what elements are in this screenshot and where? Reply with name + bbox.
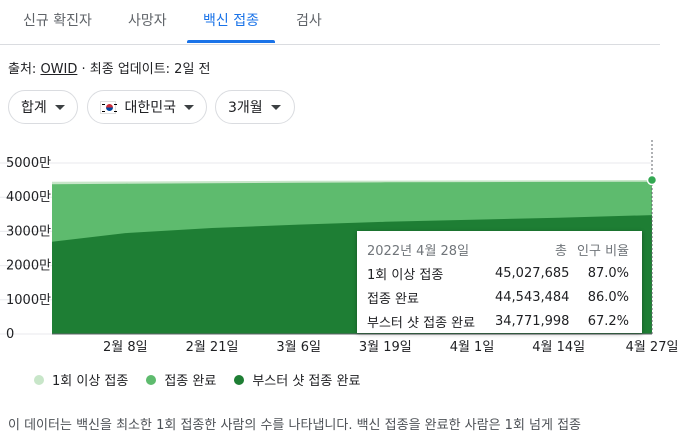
legend-item-first-dose[interactable]: 1회 이상 접종	[34, 370, 128, 389]
x-tick-label: 3월 19일	[359, 340, 412, 355]
tooltip-row-pct: 87.0%	[587, 265, 629, 281]
y-tick-label: 2000만	[6, 259, 51, 274]
caret-down-icon	[184, 104, 194, 110]
legend-dot-icon	[146, 374, 157, 385]
tooltip-row-label: 접종 완료	[367, 291, 419, 307]
x-tick-label: 2월 8일	[103, 340, 148, 355]
metric-value: 합계	[21, 100, 47, 116]
korea-flag-icon	[100, 100, 117, 114]
chart-legend: 1회 이상 접종 접종 완료 부스터 샷 접종 완료	[34, 370, 360, 389]
x-tick-label: 4월 1일	[450, 340, 495, 355]
legend-dot-icon	[234, 374, 245, 385]
tooltip-date: 2022년 4월 28일	[367, 243, 470, 259]
chart-tooltip: 2022년 4월 28일 총 인구 비율 1회 이상 접종 45,027,685…	[357, 231, 642, 333]
metric-dropdown[interactable]: 합계	[8, 90, 78, 124]
legend-item-complete[interactable]: 접종 완료	[146, 370, 216, 389]
period-value: 3개월	[228, 100, 263, 116]
active-tab-indicator	[187, 40, 275, 43]
x-tick-label: 4월 27일	[626, 340, 679, 355]
y-tick-label: 5000만	[6, 156, 51, 171]
tab-new-cases[interactable]: 신규 확진자	[23, 10, 92, 30]
tooltip-row-total: 34,771,998	[495, 313, 570, 329]
data-note: 이 데이터는 백신을 최소한 1회 접종한 사람의 수를 나타냅니다. 백신 접…	[8, 418, 582, 433]
period-dropdown[interactable]: 3개월	[215, 90, 295, 124]
tooltip-row-total: 44,543,484	[495, 289, 570, 305]
legend-label: 부스터 샷 접종 완료	[252, 374, 361, 389]
y-tick-label: 4000만	[6, 190, 51, 205]
caret-down-icon	[54, 104, 65, 110]
country-dropdown[interactable]: 대한민국	[87, 90, 207, 124]
tab-bar: 신규 확진자 사망자 백신 접종 검사	[0, 0, 660, 45]
x-tick-label: 3월 6일	[276, 340, 321, 355]
tab-vaccinations[interactable]: 백신 접종	[203, 10, 259, 30]
x-tick-label: 2월 21일	[186, 340, 239, 355]
tooltip-row-label: 부스터 샷 접종 완료	[367, 315, 476, 331]
source-line: 출처: OWID · 최종 업데이트: 2일 전	[8, 58, 211, 77]
tab-deaths[interactable]: 사망자	[128, 10, 167, 30]
y-tick-label: 0	[6, 327, 14, 342]
update-info: · 최종 업데이트: 2일 전	[77, 62, 211, 77]
y-tick-label: 3000만	[6, 224, 51, 239]
source-prefix: 출처:	[8, 62, 41, 77]
y-tick-label: 1000만	[6, 293, 51, 308]
source-link-owid[interactable]: OWID	[40, 62, 77, 77]
legend-dot-icon	[34, 374, 44, 385]
tooltip-col-pct: 인구 비율	[577, 243, 629, 259]
tooltip-row-pct: 67.2%	[587, 313, 629, 329]
legend-label: 1회 이상 접종	[52, 374, 129, 389]
country-value: 대한민국	[124, 100, 176, 116]
legend-item-booster[interactable]: 부스터 샷 접종 완료	[234, 370, 360, 389]
legend-label: 접종 완료	[164, 374, 217, 389]
tooltip-col-total: 총	[555, 243, 567, 259]
caret-down-icon	[270, 104, 281, 110]
x-tick-label: 4월 14일	[532, 340, 585, 355]
tab-tests[interactable]: 검사	[296, 10, 322, 30]
tooltip-row-total: 45,027,685	[495, 265, 570, 281]
tooltip-row-pct: 86.0%	[587, 289, 629, 305]
tooltip-row-label: 1회 이상 접종	[367, 267, 444, 283]
hover-point	[646, 174, 658, 186]
